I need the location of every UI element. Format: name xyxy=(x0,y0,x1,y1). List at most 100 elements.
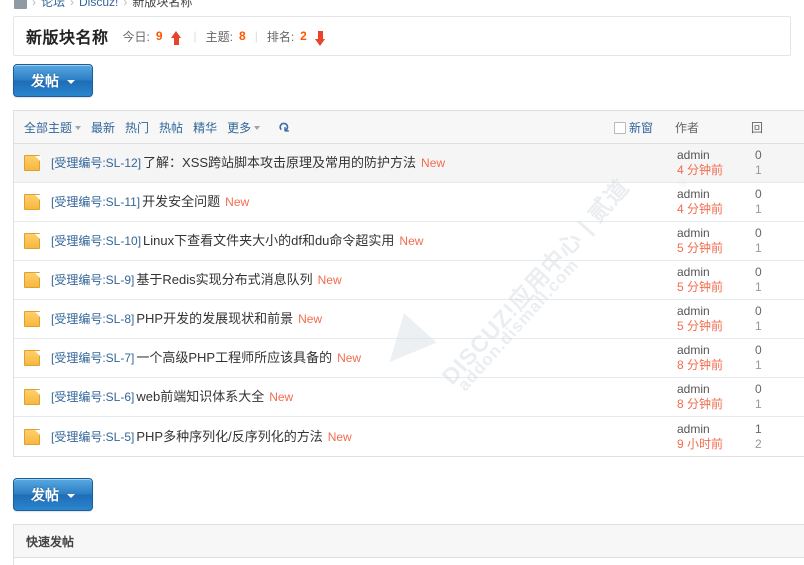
thread-rows: [受理编号:SL-12] 了解：XSS跨站脚本攻击原理及常用的防护方法 New adm… xyxy=(14,144,804,456)
thread-title[interactable]: [受理编号:SL-11] 开发安全问题 New xyxy=(51,193,675,211)
table-row[interactable]: [受理编号:SL-9] 基于Redis实现分布式消息队列 New admin 5 分钟前… xyxy=(14,261,804,300)
page-title: 新版块名称 xyxy=(26,30,109,47)
thread-prefix[interactable]: [受理编号:SL-8] xyxy=(51,312,134,326)
thread-stats-cell: 01 xyxy=(751,304,804,334)
thread-subject[interactable]: 基于Redis实现分布式消息队列 xyxy=(136,272,312,287)
table-row[interactable]: [受理编号:SL-8] PHP开发的发展现状和前景 New admin 5 分钟前 0 1 xyxy=(14,300,804,339)
thread-title[interactable]: [受理编号:SL-7] 一个高级PHP工程师所应该具备的 New xyxy=(51,349,675,367)
filter-tab-hotpost[interactable]: 热帖 xyxy=(159,119,183,136)
thread-subject[interactable]: Linux下查看文件夹大小的df和du命令超实用 xyxy=(143,233,394,248)
thread-prefix[interactable]: [受理编号:SL-9] xyxy=(51,273,134,287)
breadcrumb-item-discuz[interactable]: Discuz! xyxy=(79,0,118,10)
view-count: 1 xyxy=(755,202,762,216)
author-time: 5 分钟前 xyxy=(677,319,724,333)
stat-divider-1: | xyxy=(193,29,197,43)
filter-all-themes-label: 全部主题 xyxy=(24,120,73,135)
document-icon xyxy=(24,154,42,172)
reply-count: 0 xyxy=(755,343,762,357)
arrow-up-icon xyxy=(170,30,182,46)
author-name[interactable]: admin xyxy=(677,265,710,279)
author-name[interactable]: admin xyxy=(677,343,710,357)
thread-prefix[interactable]: [受理编号:SL-7] xyxy=(51,351,134,365)
refresh-icon[interactable]: ↺ xyxy=(278,119,290,135)
arrow-down-icon xyxy=(314,30,326,46)
table-row[interactable]: [受理编号:SL-12] 了解：XSS跨站脚本攻击原理及常用的防护方法 New adm… xyxy=(14,144,804,183)
thread-stats-cell: 01 xyxy=(751,187,804,217)
new-window-label: 新窗 xyxy=(628,121,653,135)
breadcrumb-item-current: 新版块名称 xyxy=(132,0,193,9)
author-name[interactable]: admin xyxy=(677,304,710,318)
thread-prefix[interactable]: [受理编号:SL-10] xyxy=(51,234,141,248)
thread-title[interactable]: [受理编号:SL-12] 了解：XSS跨站脚本攻击原理及常用的防护方法 New xyxy=(51,154,675,172)
thread-subject[interactable]: 一个高级PHP工程师所应该具备的 xyxy=(136,350,332,365)
stat-divider-2: | xyxy=(254,29,258,43)
stat-threads-label: 主题: xyxy=(205,29,234,44)
new-post-button-top[interactable]: 发帖 xyxy=(13,64,93,97)
chevron-down-icon xyxy=(67,493,75,498)
chevron-down-icon xyxy=(75,125,82,130)
filter-all-themes[interactable]: 全部主题 xyxy=(24,119,82,136)
author-name[interactable]: admin xyxy=(677,148,710,162)
thread-title[interactable]: [受理编号:SL-8] PHP开发的发展现状和前景 New xyxy=(51,310,675,328)
breadcrumb-item-forum[interactable]: 论坛 xyxy=(41,0,65,10)
thread-subject[interactable]: 了解：XSS跨站脚本攻击原理及常用的防护方法 xyxy=(143,155,416,170)
thread-subject[interactable]: PHP开发的发展现状和前景 xyxy=(136,311,293,326)
document-icon xyxy=(24,349,42,367)
filter-tab-newest[interactable]: 最新 xyxy=(91,119,115,136)
view-count: 1 xyxy=(755,397,762,411)
new-badge: New xyxy=(225,195,250,209)
filter-more[interactable]: 更多 xyxy=(227,119,261,136)
thread-subject[interactable]: web前端知识体系大全 xyxy=(136,389,264,404)
quick-post-panel: 快速发帖 xyxy=(13,524,804,565)
author-time: 5 分钟前 xyxy=(677,280,724,294)
thread-title[interactable]: [受理编号:SL-9] 基于Redis实现分布式消息队列 New xyxy=(51,271,675,289)
stat-threads-value: 8 xyxy=(239,29,246,43)
breadcrumb-separator-3: › xyxy=(123,0,128,9)
thread-subject[interactable]: 开发安全问题 xyxy=(142,194,220,209)
thread-author-cell: admin 4 分钟前 xyxy=(675,148,751,178)
new-badge: New xyxy=(317,273,342,287)
table-row[interactable]: [受理编号:SL-10] Linux下查看文件夹大小的df和du命令超实用 New a… xyxy=(14,222,804,261)
forum-stats: 今日: 9 | 主题: 8 | 排名: 2 xyxy=(123,28,329,46)
new-post-button-bottom[interactable]: 发帖 xyxy=(13,478,93,511)
breadcrumb-separator-2: › xyxy=(70,0,75,9)
author-time: 5 分钟前 xyxy=(677,241,724,255)
thread-stats-cell: 01 xyxy=(751,265,804,295)
author-name[interactable]: admin xyxy=(677,382,710,396)
table-row[interactable]: [受理编号:SL-11] 开发安全问题 New admin 4 分钟前 0 1 xyxy=(14,183,804,222)
author-name[interactable]: admin xyxy=(677,226,710,240)
quick-post-body[interactable] xyxy=(14,558,804,565)
document-icon xyxy=(24,388,42,406)
document-icon xyxy=(24,310,42,328)
author-time: 9 小时前 xyxy=(677,436,724,451)
home-icon[interactable] xyxy=(14,0,27,9)
author-name[interactable]: admin xyxy=(677,422,710,436)
thread-prefix[interactable]: [受理编号:SL-12] xyxy=(51,156,141,170)
thread-author-cell: admin 9 小时前 xyxy=(675,422,751,452)
thread-author-cell: admin 5 分钟前 xyxy=(675,226,751,256)
filter-bar-right: 新窗 作者 回 xyxy=(613,111,804,144)
forum-header: 新版块名称 今日: 9 | 主题: 8 | 排名: 2 xyxy=(13,16,791,56)
filter-tab-hot[interactable]: 热门 xyxy=(125,119,149,136)
thread-stats-cell: 12 xyxy=(751,422,804,452)
table-row[interactable]: [受理编号:SL-6] web前端知识体系大全 New admin 8 分钟前 0 1 xyxy=(14,378,804,417)
thread-title[interactable]: [受理编号:SL-10] Linux下查看文件夹大小的df和du命令超实用 New xyxy=(51,232,675,250)
chevron-down-icon xyxy=(254,125,261,130)
thread-subject[interactable]: PHP多种序列化/反序列化的方法 xyxy=(136,429,322,444)
thread-prefix[interactable]: [受理编号:SL-6] xyxy=(51,390,134,404)
thread-title[interactable]: [受理编号:SL-6] web前端知识体系大全 New xyxy=(51,388,675,406)
new-window-toggle[interactable]: 新窗 xyxy=(613,119,653,136)
document-icon xyxy=(24,232,42,250)
filter-tab-digest[interactable]: 精华 xyxy=(193,119,217,136)
thread-author-cell: admin 5 分钟前 xyxy=(675,265,751,295)
thread-title[interactable]: [受理编号:SL-5] PHP多种序列化/反序列化的方法 New xyxy=(51,428,675,446)
document-icon xyxy=(24,271,42,289)
new-window-checkbox[interactable] xyxy=(613,121,626,134)
table-row[interactable]: [受理编号:SL-5] PHP多种序列化/反序列化的方法 New admin 9 小时前… xyxy=(14,417,804,456)
author-name[interactable]: admin xyxy=(677,187,710,201)
table-row[interactable]: [受理编号:SL-7] 一个高级PHP工程师所应该具备的 New admin 8 分钟前… xyxy=(14,339,804,378)
thread-author-cell: admin 8 分钟前 xyxy=(675,343,751,373)
thread-prefix[interactable]: [受理编号:SL-5] xyxy=(51,430,134,444)
reply-count: 0 xyxy=(755,304,762,318)
thread-prefix[interactable]: [受理编号:SL-11] xyxy=(51,195,140,209)
